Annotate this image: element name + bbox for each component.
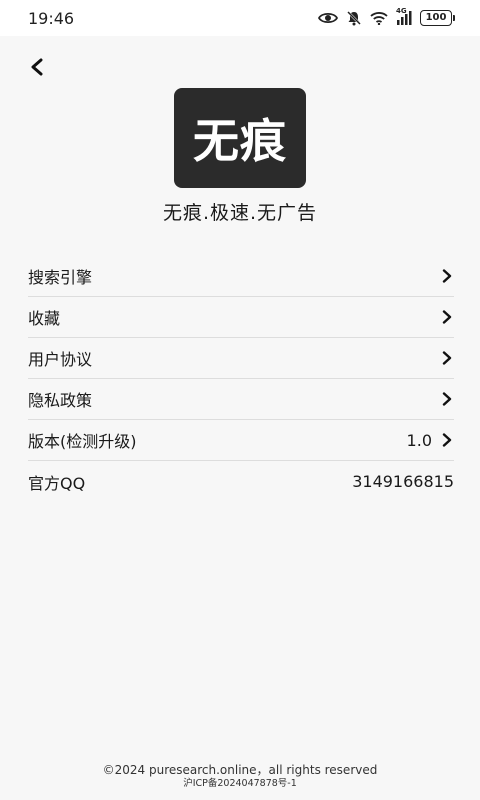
- status-icons: 4G 100: [318, 7, 455, 26]
- version-value: 1.0: [406, 430, 432, 450]
- bell-muted-icon: [346, 10, 362, 26]
- logo-text: 无痕: [193, 114, 287, 168]
- chevron-right-icon: [440, 351, 454, 365]
- app-tagline: 无痕.极速.无广告: [162, 202, 318, 224]
- qq-number: 3149166815: [352, 472, 454, 491]
- battery-icon: 100: [420, 10, 455, 26]
- footer: ©2024 puresearch.online，all rights reser…: [0, 762, 480, 790]
- menu-item-official-qq: 官方QQ 3149166815: [28, 461, 454, 502]
- menu-item-label: 收藏: [28, 309, 61, 328]
- chevron-left-icon: [29, 58, 45, 80]
- menu-item-label: 官方QQ: [28, 473, 86, 493]
- wifi-icon: [370, 11, 388, 25]
- chevron-right-icon: [440, 310, 454, 324]
- menu-item-label: 隐私政策: [28, 391, 93, 410]
- menu-item-label: 搜索引擎: [28, 268, 93, 287]
- back-button[interactable]: [22, 54, 52, 84]
- menu-item-label: 用户协议: [28, 350, 93, 369]
- chevron-right-icon: [440, 433, 454, 447]
- menu-item-label: 版本(检测升级): [28, 432, 137, 451]
- icp-license: 沪ICP备2024047878号-1: [183, 778, 297, 789]
- status-bar: 19:46 4G 100: [0, 0, 480, 36]
- signal-4g-icon: 4G: [396, 7, 412, 25]
- menu-item-version[interactable]: 版本(检测升级) 1.0: [28, 420, 454, 461]
- status-time: 19:46: [28, 8, 75, 28]
- menu-item-search-engine[interactable]: 搜索引擎: [28, 256, 454, 297]
- copyright-text: ©2024 puresearch.online，all rights reser…: [102, 763, 378, 777]
- app-logo: 无痕: [174, 88, 306, 188]
- menu-item-user-agreement[interactable]: 用户协议: [28, 338, 454, 379]
- menu-item-favorites[interactable]: 收藏: [28, 297, 454, 338]
- chevron-right-icon: [440, 392, 454, 406]
- menu-item-privacy-policy[interactable]: 隐私政策: [28, 379, 454, 420]
- settings-menu: 搜索引擎 收藏 用户协议 隐私政策 版本(检测升级) 1.0 官方QQ 3149…: [28, 256, 454, 502]
- chevron-right-icon: [440, 269, 454, 283]
- eye-icon: [318, 11, 338, 25]
